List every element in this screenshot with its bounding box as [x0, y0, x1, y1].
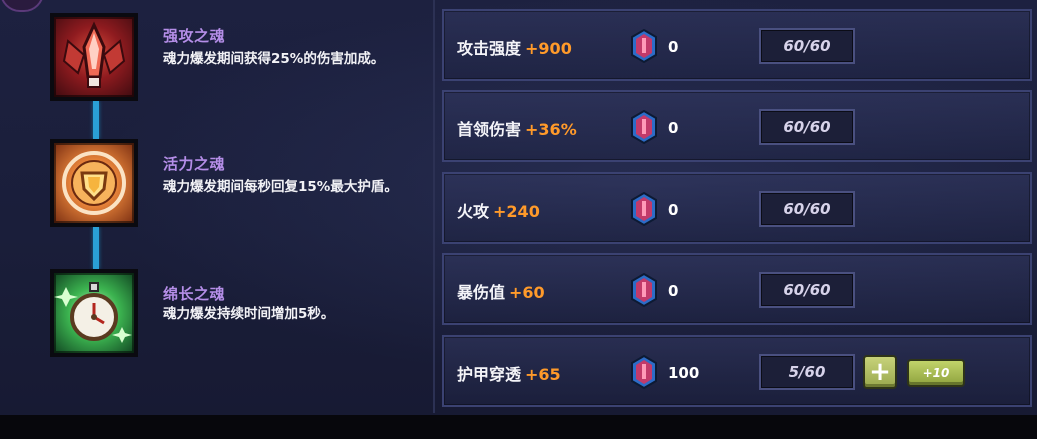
stat-progress: 60/60 [759, 191, 855, 227]
stat-name: 攻击强度 [457, 39, 522, 58]
stat-name: 火攻 [457, 202, 490, 221]
soul-gem-icon [630, 192, 658, 226]
stat-name: 护甲穿透 [457, 365, 522, 384]
duration-soul-icon[interactable] [50, 269, 138, 357]
stat-bonus: +65 [525, 365, 561, 384]
stat-row-fire-attack: 火攻 +240 0 60/60 [442, 172, 1032, 244]
skill-desc-vitality-soul: 魂力爆发期间每秒回复15%最大护盾。 [163, 179, 398, 195]
add-ten-points-button[interactable]: +10 [907, 359, 965, 387]
stat-bonus: +240 [493, 202, 540, 221]
stat-bonus: +900 [525, 39, 572, 58]
skill-name-attack-soul: 强攻之魂 [163, 27, 226, 45]
gem-count: 0 [668, 282, 679, 300]
soul-gem-icon [630, 273, 658, 307]
stat-row-crit-damage: 暴伤值 +60 0 60/60 [442, 253, 1032, 325]
stat-label: 暴伤值 +60 [457, 279, 545, 303]
skill-name-vitality-soul: 活力之魂 [163, 155, 226, 173]
bottom-bar [0, 415, 1037, 439]
stat-progress: 60/60 [759, 272, 855, 308]
soul-gem-icon [630, 355, 658, 389]
stat-name: 首领伤害 [457, 120, 522, 139]
stat-row-armor-penetration: 护甲穿透 +65 100 5/60 + +10 [442, 335, 1032, 407]
stat-bonus: +36% [525, 120, 577, 139]
stat-progress: 60/60 [759, 28, 855, 64]
soul-panel: 强攻之魂 魂力爆发期间获得25%的伤害加成。 活力之魂 魂力爆发期间每秒回复15… [0, 0, 1037, 417]
stat-row-boss-damage: 首领伤害 +36% 0 60/60 [442, 90, 1032, 162]
stat-progress: 60/60 [759, 109, 855, 145]
attack-soul-icon[interactable] [50, 13, 138, 101]
stat-name: 暴伤值 [457, 283, 506, 302]
skill-desc-duration-soul: 魂力爆发持续时间增加5秒。 [163, 306, 335, 322]
stat-label: 攻击强度 +900 [457, 35, 572, 59]
gem-count: 100 [668, 364, 700, 382]
skill-name-duration-soul: 绵长之魂 [163, 285, 226, 303]
gem-count: 0 [668, 119, 679, 137]
stat-label: 护甲穿透 +65 [457, 361, 561, 385]
top-ornament [0, 0, 44, 12]
stat-label: 火攻 +240 [457, 198, 540, 222]
gem-count: 0 [668, 201, 679, 219]
add-point-button[interactable]: + [863, 355, 897, 389]
skill-connector [93, 101, 99, 139]
vitality-soul-icon[interactable] [50, 139, 138, 227]
stat-row-attack-power: 攻击强度 +900 0 60/60 [442, 9, 1032, 81]
column-divider [433, 0, 435, 413]
soul-gem-icon [630, 29, 658, 63]
stat-bonus: +60 [509, 283, 545, 302]
gem-count: 0 [668, 38, 679, 56]
skill-desc-attack-soul: 魂力爆发期间获得25%的伤害加成。 [163, 51, 385, 67]
stat-progress: 5/60 [759, 354, 855, 390]
skill-connector [93, 227, 99, 269]
soul-gem-icon [630, 110, 658, 144]
stat-label: 首领伤害 +36% [457, 116, 577, 140]
